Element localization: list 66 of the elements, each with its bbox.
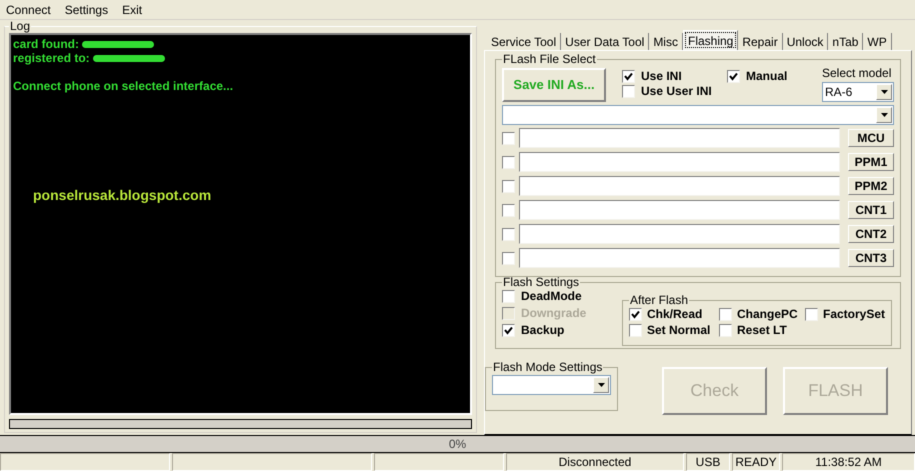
dropdown-button[interactable] [876,84,892,100]
group-title: Flash Settings [502,276,580,289]
file-path-field[interactable] [519,152,840,172]
status-text: USB [686,453,730,471]
checkbox[interactable] [719,308,732,321]
option-label: Use INI [641,69,682,84]
log-line: registered to: [13,51,90,65]
file-button[interactable]: CNT2 [848,225,894,243]
dropdown-button[interactable] [593,377,609,393]
option-label: Backup [521,323,564,338]
checkbox[interactable] [502,290,515,303]
option-label: Use User INI [641,84,712,99]
option-label: DeadMode [521,289,582,304]
group-title: After Flash [629,294,690,307]
checkbox[interactable] [502,180,515,192]
watermark-text: ponselrusak.blogspot.com [33,188,212,202]
checkbox[interactable] [502,324,515,337]
option-label: Reset LT [737,323,787,338]
panel-title: Log [9,20,32,33]
file-path-field[interactable] [519,128,840,148]
field-label: Select model [822,65,892,82]
file-path-field[interactable] [519,224,840,244]
menu-item[interactable]: Connect [6,0,51,18]
caret-icon [598,383,604,387]
progress-reading: 0% [448,436,466,453]
file-button[interactable]: CNT3 [848,249,894,267]
checkbox[interactable] [629,308,642,321]
checkbox[interactable] [622,85,635,98]
caret-icon [880,90,888,94]
dropdown-button[interactable] [876,107,892,123]
checkbox[interactable] [502,132,515,144]
checkbox[interactable] [719,324,732,337]
option-label: Manual [746,69,788,84]
checkbox[interactable] [502,228,515,240]
menu-item[interactable]: Settings [64,0,108,18]
option-label: ChangePC [737,307,798,322]
file-path-field[interactable] [519,176,840,196]
status-text: 11:38:52 AM [782,453,915,471]
option-label: FactorySet [823,307,886,322]
checkbox[interactable] [805,308,818,321]
file-button[interactable]: CNT1 [848,201,894,219]
checkbox[interactable] [502,252,515,264]
checkbox[interactable] [727,70,740,83]
file-button[interactable]: PPM1 [848,153,894,171]
file-path-field[interactable] [519,200,840,220]
model-select[interactable]: RA-6 [822,82,894,102]
redaction-mark [82,40,154,48]
option-label: Set Normal [647,323,710,338]
option-label: Downgrade [521,306,586,321]
status-text: READY [732,453,780,471]
tab[interactable]: Flashing [682,30,738,50]
checkbox[interactable] [622,70,635,83]
file-button[interactable]: MCU [848,129,894,147]
checkbox[interactable] [502,156,515,168]
checkbox[interactable] [629,324,642,337]
group-title: Flash Mode Settings [492,361,604,374]
log-line: card found: [13,37,79,51]
group-title: FLash File Select [502,53,597,66]
file-path-field[interactable] [519,248,840,268]
caret-icon [880,113,888,117]
log-line: Connect phone on selected interface... [13,79,234,93]
checkbox[interactable] [502,204,515,216]
menu-item[interactable]: Exit [122,0,142,18]
file-button[interactable]: PPM2 [848,177,894,195]
status-text: Disconnected [506,453,684,471]
option-label: Chk/Read [647,307,702,322]
